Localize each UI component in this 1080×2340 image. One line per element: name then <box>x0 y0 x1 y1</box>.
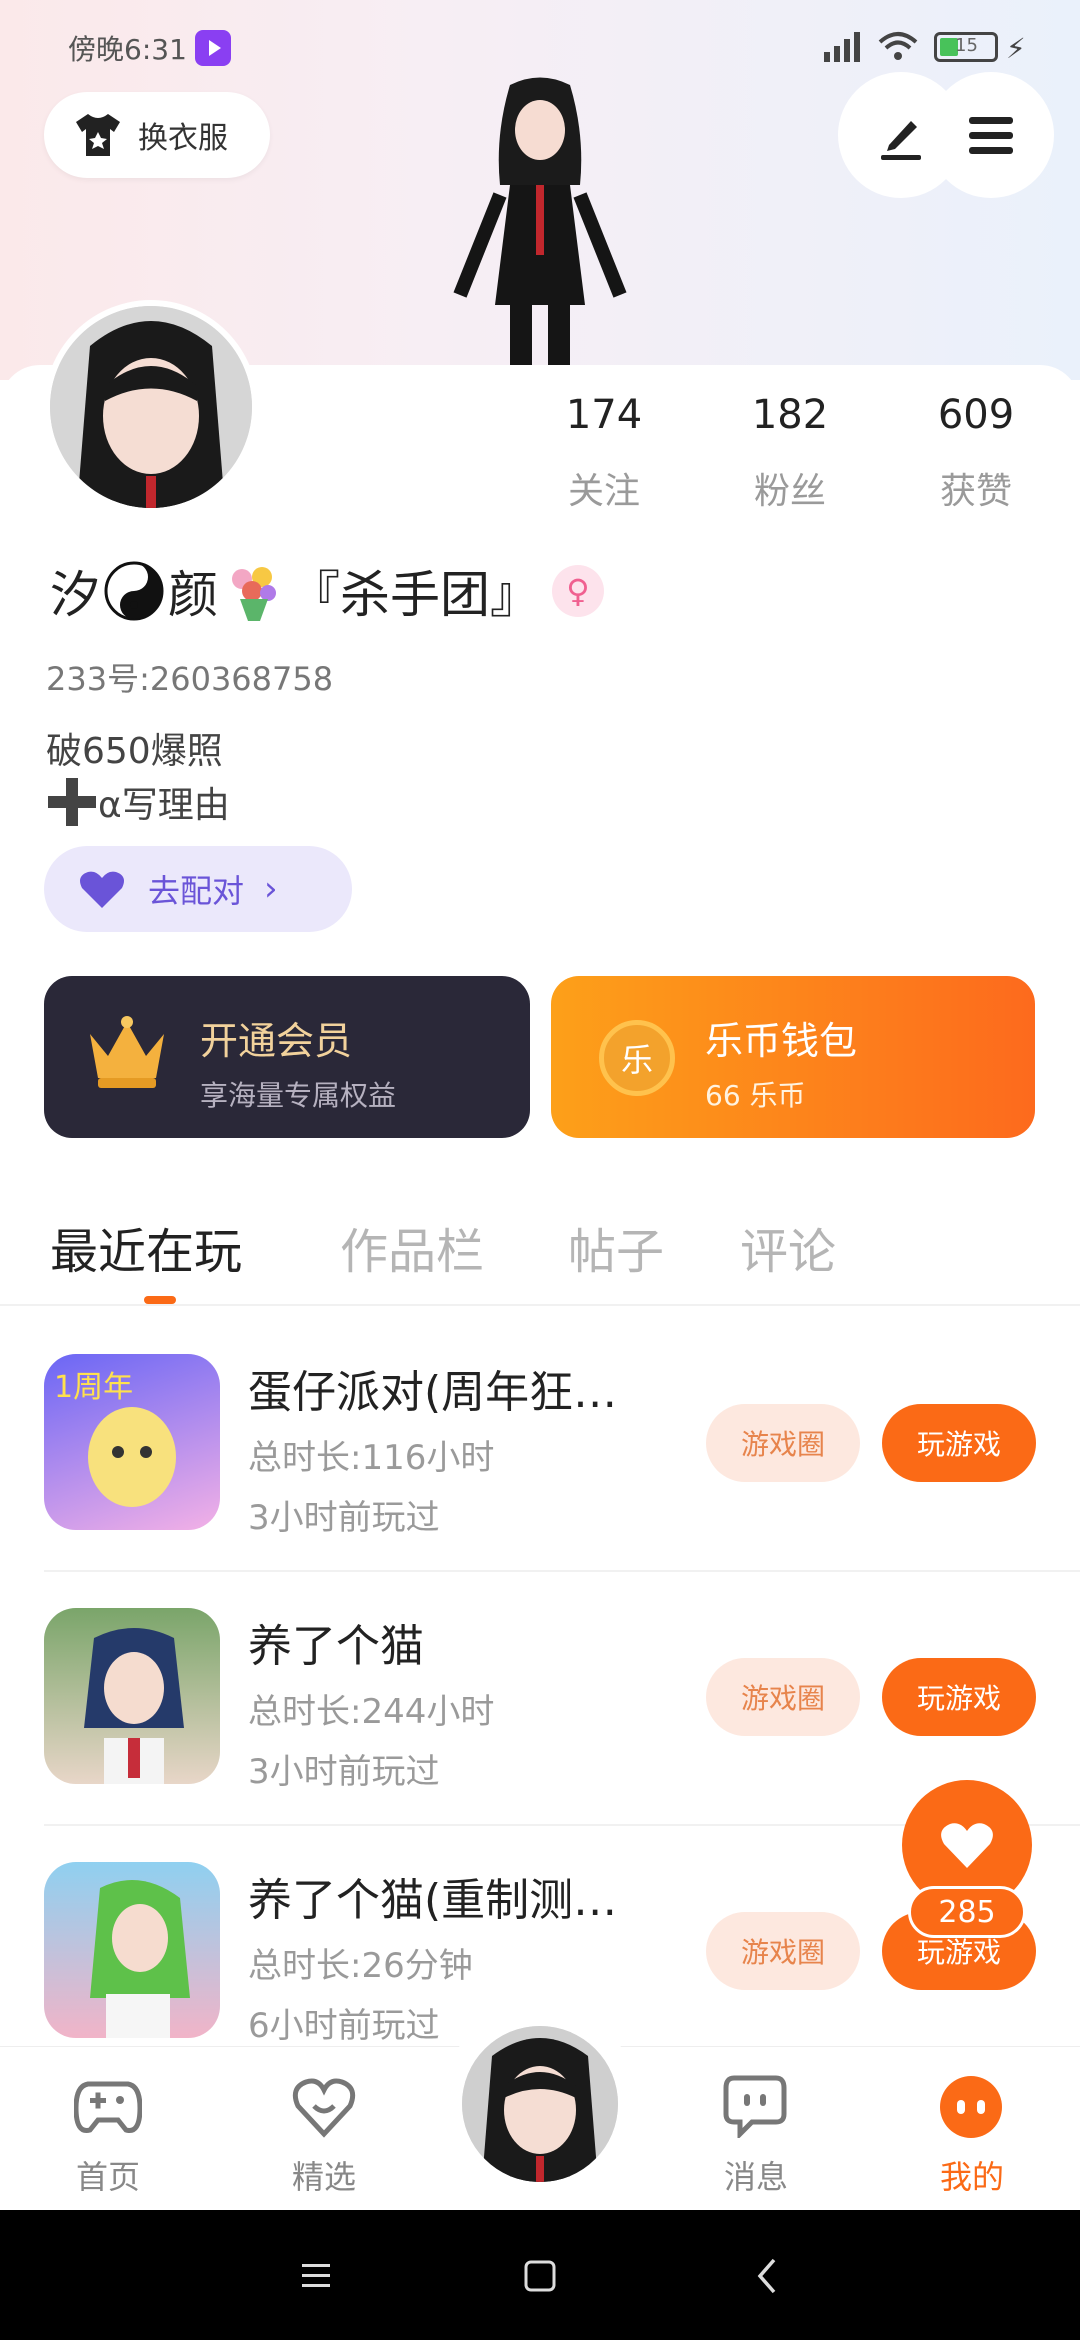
username: 汐 颜 『杀手团』 ♀ <box>50 556 604 626</box>
back-icon[interactable] <box>752 2256 782 2296</box>
username-mid: 颜 <box>168 566 218 624</box>
list-item[interactable]: 养了个猫 总时长:244小时 3小时前玩过 游戏圈 玩游戏 <box>0 1574 1080 1824</box>
game-duration: 总时长:244小时 <box>248 1692 495 1732</box>
followers-count[interactable]: 182 <box>700 392 880 438</box>
menu-button[interactable] <box>928 72 1054 198</box>
status-time: 傍晚6:31 <box>68 33 187 66</box>
wallet-subtitle: 66 乐币 <box>705 1079 806 1112</box>
battery-icon: 15 <box>934 32 998 62</box>
game-circle-button[interactable]: 游戏圈 <box>706 1658 860 1736</box>
nav-me-label: 我的 <box>939 2158 1004 2196</box>
game-title: 蛋仔派对(周年狂… <box>248 1367 618 1418</box>
heart-outline-icon <box>292 2078 356 2138</box>
following-count[interactable]: 174 <box>514 392 694 438</box>
wallet-card[interactable]: 乐 乐币钱包 66 乐币 <box>551 976 1035 1138</box>
tab-indicator <box>144 1296 176 1304</box>
game-thumbnail <box>44 1608 220 1784</box>
game-title: 养了个猫(重制测… <box>248 1875 618 1926</box>
nav-me[interactable]: 我的 <box>902 2066 1042 2206</box>
likes-count[interactable]: 609 <box>886 392 1066 438</box>
thumbnail-badge: 1周年 <box>54 1370 134 1405</box>
vip-card[interactable]: 开通会员 享海量专属权益 <box>44 976 530 1138</box>
play-game-button[interactable]: 玩游戏 <box>882 1404 1036 1482</box>
game-last-played: 3小时前玩过 <box>248 1752 440 1792</box>
vip-subtitle: 享海量专属权益 <box>200 1079 397 1112</box>
nav-featured-label: 精选 <box>291 2158 356 2196</box>
signal-icon <box>820 28 864 64</box>
game-title: 养了个猫 <box>248 1621 424 1672</box>
row-divider <box>44 1570 1080 1572</box>
heart-icon <box>80 871 124 908</box>
heart-icon <box>941 1823 993 1868</box>
match-label: 去配对 <box>148 872 245 910</box>
coin-icon: 乐 <box>599 1020 675 1096</box>
bio-line-2-text: α写理由 <box>98 785 230 826</box>
yin-yang-icon <box>104 561 164 621</box>
user-id: 233号:260368758 <box>46 660 334 698</box>
charging-icon: ⚡ <box>1006 32 1026 65</box>
home-icon[interactable] <box>522 2258 558 2294</box>
game-duration: 总时长:26分钟 <box>248 1946 473 1986</box>
hamburger-icon <box>969 117 1013 154</box>
tab-recent[interactable]: 最近在玩 <box>50 1212 242 1282</box>
pencil-icon <box>881 121 921 160</box>
tabs-divider <box>0 1304 1080 1306</box>
profile-avatar[interactable] <box>44 300 258 514</box>
wifi-icon <box>876 28 920 64</box>
following-label[interactable]: 关注 <box>514 462 694 514</box>
nav-avatar-button[interactable] <box>462 2026 618 2182</box>
bio-line-2: α写理由 <box>46 776 230 828</box>
tab-comments[interactable]: 评论 <box>740 1212 836 1282</box>
wallet-title: 乐币钱包 <box>705 1019 858 1063</box>
system-nav-bar <box>0 2210 1080 2340</box>
change-outfit-label: 换衣服 <box>138 121 228 156</box>
crown-icon <box>90 1016 164 1088</box>
username-suffix: 『杀手团』 <box>290 566 540 624</box>
game-thumbnail <box>44 1862 220 2038</box>
plus-icon <box>48 778 96 826</box>
chat-icon <box>723 2075 787 2138</box>
recents-icon[interactable] <box>298 2258 334 2294</box>
nav-messages-label: 消息 <box>723 2158 788 2196</box>
game-circle-button[interactable]: 游戏圈 <box>706 1404 860 1482</box>
shirt-icon <box>76 114 120 156</box>
game-thumbnail: 1周年 <box>44 1354 220 1530</box>
nav-featured[interactable]: 精选 <box>254 2066 394 2206</box>
battery-level: 15 <box>955 35 978 56</box>
followers-label[interactable]: 粉丝 <box>700 462 880 514</box>
game-circle-button[interactable]: 游戏圈 <box>706 1912 860 1990</box>
female-icon: ♀ <box>552 565 604 617</box>
gamepad-icon <box>74 2081 142 2134</box>
change-outfit-button[interactable]: 换衣服 <box>44 92 270 178</box>
list-item[interactable]: 1周年 蛋仔派对(周年狂… 总时长:116小时 3小时前玩过 游戏圈 玩游戏 <box>0 1320 1080 1570</box>
tab-posts[interactable]: 帖子 <box>568 1212 664 1282</box>
tab-works[interactable]: 作品栏 <box>340 1212 484 1282</box>
bouquet-icon <box>232 567 276 621</box>
chevron-right-icon: › <box>264 869 278 909</box>
avatar-3d-figure[interactable] <box>440 75 640 365</box>
game-duration: 总时长:116小时 <box>248 1438 495 1478</box>
username-prefix: 汐 <box>50 566 100 624</box>
vip-title: 开通会员 <box>200 1019 353 1063</box>
like-count-badge: 285 <box>908 1886 1026 1938</box>
me-icon <box>940 2076 1002 2138</box>
nav-home-label: 首页 <box>75 2158 140 2196</box>
game-last-played: 3小时前玩过 <box>248 1498 440 1538</box>
play-game-button[interactable]: 玩游戏 <box>882 1658 1036 1736</box>
bio-line-1: 破650爆照 <box>46 731 223 772</box>
nav-home[interactable]: 首页 <box>38 2066 178 2206</box>
game-last-played: 6小时前玩过 <box>248 2006 440 2046</box>
nav-messages[interactable]: 消息 <box>686 2066 826 2206</box>
match-button[interactable]: 去配对 › <box>44 846 352 932</box>
likes-label[interactable]: 获赞 <box>886 462 1066 514</box>
app-notification-icon <box>195 30 231 66</box>
